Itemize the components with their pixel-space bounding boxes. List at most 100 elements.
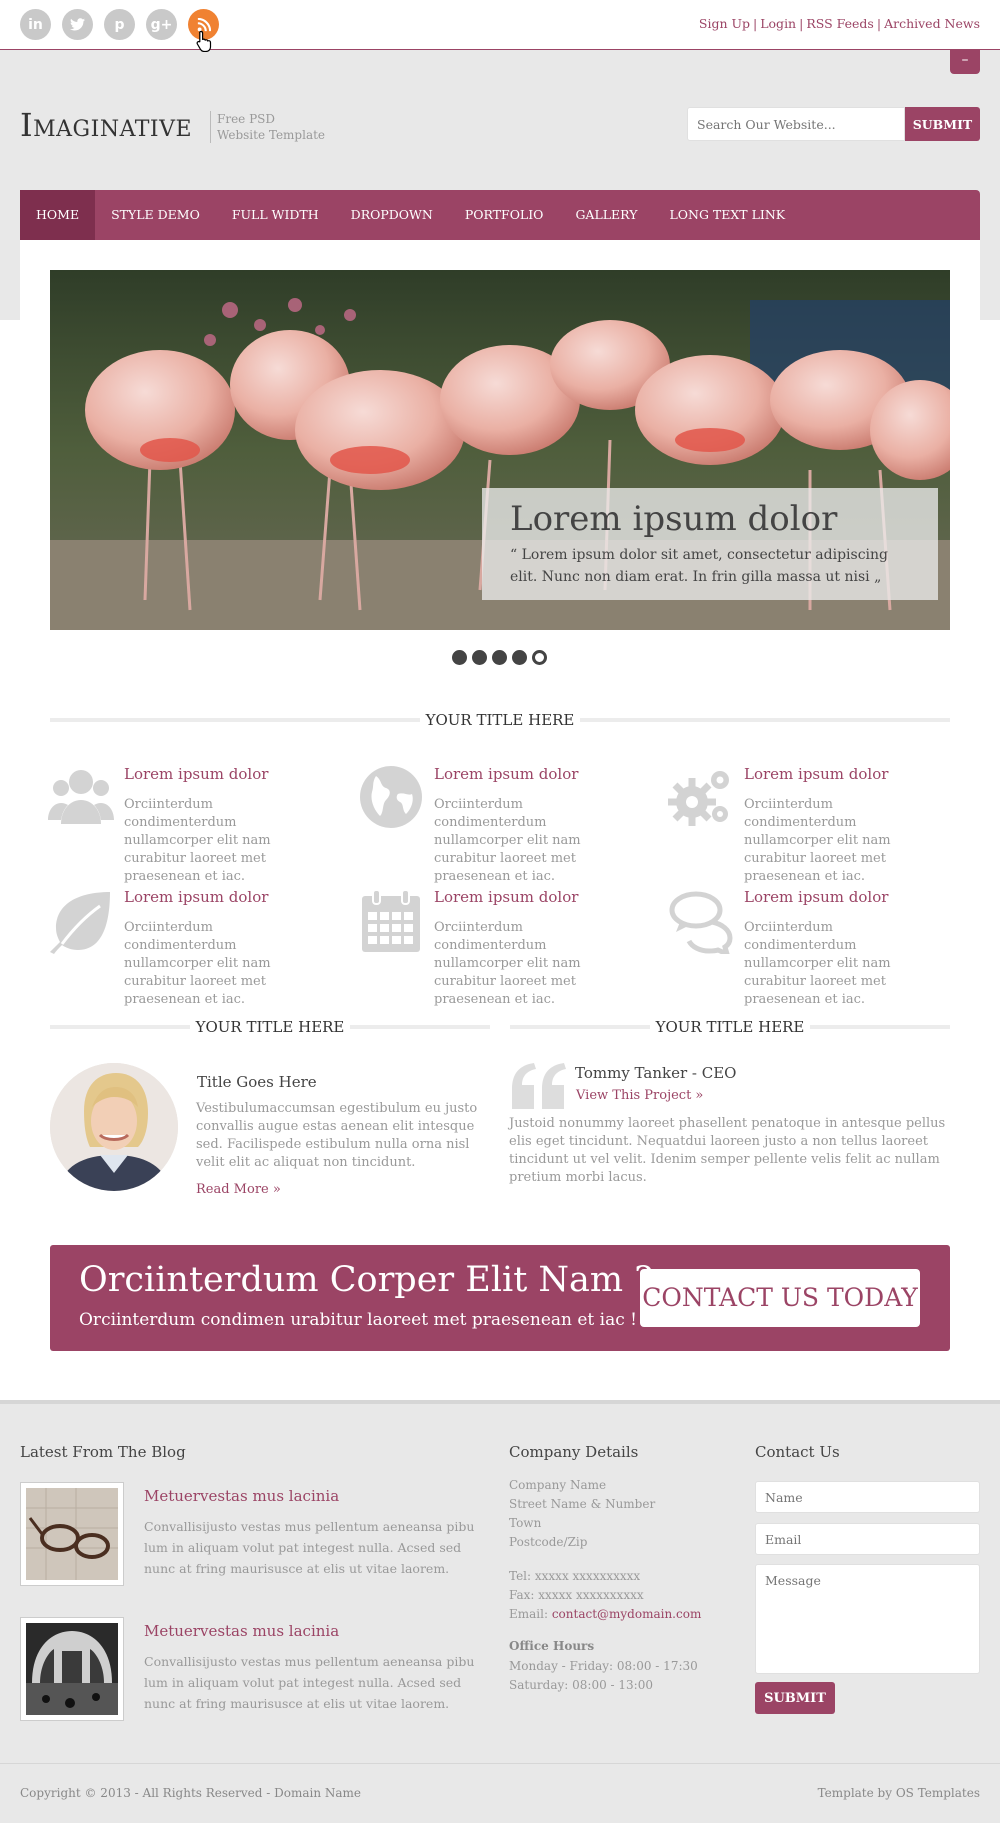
- blog-post-text: Convallisijusto vestas mus pellentum aen…: [144, 1654, 475, 1711]
- company-name: Company Name: [509, 1478, 607, 1492]
- blog-post-text: Convallisijusto vestas mus pellentum aen…: [144, 1519, 475, 1576]
- hours-weekday: Monday - Friday: 08:00 - 17:30: [509, 1659, 698, 1673]
- company-street: Street Name & Number: [509, 1497, 656, 1511]
- top-link-separator: |: [753, 16, 758, 31]
- message-field[interactable]: [755, 1564, 980, 1674]
- divider: [580, 718, 950, 722]
- feature-title[interactable]: Lorem ipsum dolor: [744, 765, 888, 783]
- nav-item-dropdown[interactable]: DROPDOWN: [335, 190, 449, 240]
- contact-us-button[interactable]: CONTACT US TODAY: [640, 1269, 920, 1327]
- top-link-separator: |: [876, 16, 882, 31]
- cta-subheading: Orciinterdum condimen urabitur laoreet m…: [79, 1310, 637, 1330]
- company-fax: Fax: xxxxx xxxxxxxxxx: [509, 1588, 644, 1602]
- email-field[interactable]: [755, 1523, 980, 1555]
- name-field[interactable]: [755, 1481, 980, 1513]
- slide-caption: Lorem ipsum dolor “ Lorem ipsum dolor si…: [482, 488, 938, 600]
- read-more-link[interactable]: Read More »: [196, 1182, 281, 1197]
- pinterest-icon[interactable]: p: [104, 9, 135, 40]
- feature-text: Orciinterdum condimenterdum nullamcorper…: [434, 920, 581, 1007]
- company-tel: Tel: xxxxx xxxxxxxxxx: [509, 1569, 641, 1583]
- calendar-icon: [362, 889, 420, 952]
- testimonial-text: Justoid nonummy laoreet phasellent penat…: [509, 1116, 946, 1185]
- company-town: Town: [509, 1516, 542, 1530]
- about-text: Vestibulumaccumsan egestibulum eu justo …: [196, 1101, 478, 1170]
- section-title: YOUR TITLE HERE: [425, 711, 575, 729]
- slider-dot[interactable]: [512, 650, 527, 665]
- users-icon: [48, 770, 114, 824]
- feature-title[interactable]: Lorem ipsum dolor: [744, 888, 888, 906]
- rss-feeds-link[interactable]: RSS Feeds: [806, 16, 874, 31]
- nav-item-style-demo[interactable]: STYLE DEMO: [95, 190, 216, 240]
- office-hours: Monday - Friday: 08:00 - 17:30 Saturday:…: [509, 1657, 698, 1695]
- top-bar: in p g+ Sign Up | Login | RSS Feeds | Archived…: [0, 0, 1000, 52]
- company-contact: Tel: xxxxx xxxxxxxxxx Fax: xxxxx xxxxxxx…: [509, 1567, 701, 1624]
- contact-submit-button[interactable]: SUBMIT: [755, 1682, 835, 1714]
- divider: [510, 1025, 650, 1029]
- email-label: Email:: [509, 1607, 552, 1621]
- hours-saturday: Saturday: 08:00 - 13:00: [509, 1678, 653, 1692]
- main-nav: HOME STYLE DEMO FULL WIDTH DROPDOWN PORT…: [20, 190, 980, 240]
- slide-title: Lorem ipsum dolor: [510, 499, 838, 539]
- feature-text: Orciinterdum condimenterdum nullamcorper…: [744, 920, 891, 1007]
- company-email-line: Email: contact@mydomain.com: [509, 1605, 701, 1624]
- blog-thumbnail[interactable]: [20, 1617, 124, 1721]
- copyright-bar: Copyright © 2013 - All Rights Reserved -…: [0, 1763, 1000, 1823]
- google-plus-icon[interactable]: g+: [146, 9, 177, 40]
- feature-title[interactable]: Lorem ipsum dolor: [124, 765, 268, 783]
- blog-post-title[interactable]: Metuervestas mus lacinia: [144, 1622, 339, 1640]
- slider-dot[interactable]: [472, 650, 487, 665]
- site-tagline: Free PSD Website Template: [210, 111, 330, 143]
- feature-title[interactable]: Lorem ipsum dolor: [434, 888, 578, 906]
- image-slider[interactable]: Lorem ipsum dolor “ Lorem ipsum dolor si…: [50, 270, 950, 630]
- person-photo: [50, 1063, 178, 1191]
- divider: [50, 718, 420, 722]
- divider: [50, 1025, 190, 1029]
- divider: [810, 1025, 950, 1029]
- archived-news-link[interactable]: Archived News: [884, 16, 980, 31]
- signup-link[interactable]: Sign Up: [699, 16, 750, 31]
- section-title: YOUR TITLE HERE: [655, 1018, 805, 1036]
- panel-toggle-button[interactable]: –: [950, 50, 980, 74]
- quote-icon: [512, 1063, 566, 1109]
- top-link-separator: |: [799, 16, 804, 31]
- slider-dot[interactable]: [492, 650, 507, 665]
- company-heading: Company Details: [509, 1443, 639, 1461]
- search-input[interactable]: [687, 107, 905, 141]
- call-to-action-banner: Orciinterdum Corper Elit Nam ? Orciinter…: [50, 1245, 950, 1351]
- twitter-icon[interactable]: [62, 9, 93, 40]
- leaf-icon: [50, 892, 110, 954]
- cta-heading: Orciinterdum Corper Elit Nam ?: [79, 1260, 653, 1300]
- feature-text: Orciinterdum condimenterdum nullamcorper…: [744, 797, 891, 884]
- section-title: YOUR TITLE HERE: [195, 1018, 345, 1036]
- slider-dot-active[interactable]: [532, 650, 547, 665]
- linkedin-icon[interactable]: in: [20, 9, 51, 40]
- slider-dot[interactable]: [452, 650, 467, 665]
- login-link[interactable]: Login: [760, 16, 796, 31]
- view-project-link[interactable]: View This Project »: [576, 1088, 703, 1103]
- chat-icon: [669, 891, 733, 954]
- blog-thumbnail[interactable]: [20, 1482, 124, 1586]
- template-credit[interactable]: Template by OS Templates: [818, 1786, 980, 1800]
- nav-item-portfolio[interactable]: PORTFOLIO: [449, 190, 560, 240]
- nav-item-full-width[interactable]: FULL WIDTH: [216, 190, 335, 240]
- top-links: Sign Up | Login | RSS Feeds | Archived News: [699, 16, 980, 31]
- hall-photo: [26, 1623, 118, 1715]
- glasses-photo: [26, 1488, 118, 1580]
- slide-text: “ Lorem ipsum dolor sit amet, consectetu…: [510, 547, 889, 585]
- feature-title[interactable]: Lorem ipsum dolor: [124, 888, 268, 906]
- company-postcode: Postcode/Zip: [509, 1535, 588, 1549]
- nav-item-home[interactable]: HOME: [20, 190, 96, 240]
- feature-title[interactable]: Lorem ipsum dolor: [434, 765, 578, 783]
- site-logo[interactable]: Imaginative: [20, 106, 192, 144]
- globe-icon: [360, 766, 422, 828]
- blog-post-title[interactable]: Metuervestas mus lacinia: [144, 1487, 339, 1505]
- nav-item-long-text-link[interactable]: LONG TEXT LINK: [653, 190, 801, 240]
- gears-icon: [668, 771, 729, 826]
- tagline-line1: Free PSD: [217, 112, 275, 126]
- feature-text: Orciinterdum condimenterdum nullamcorper…: [434, 797, 581, 884]
- nav-item-gallery[interactable]: GALLERY: [559, 190, 653, 240]
- feature-text: Orciinterdum condimenterdum nullamcorper…: [124, 797, 271, 884]
- search-submit-button[interactable]: SUBMIT: [905, 107, 980, 141]
- testimonial-name: Tommy Tanker - CEO: [575, 1064, 737, 1082]
- email-link[interactable]: contact@mydomain.com: [552, 1607, 702, 1621]
